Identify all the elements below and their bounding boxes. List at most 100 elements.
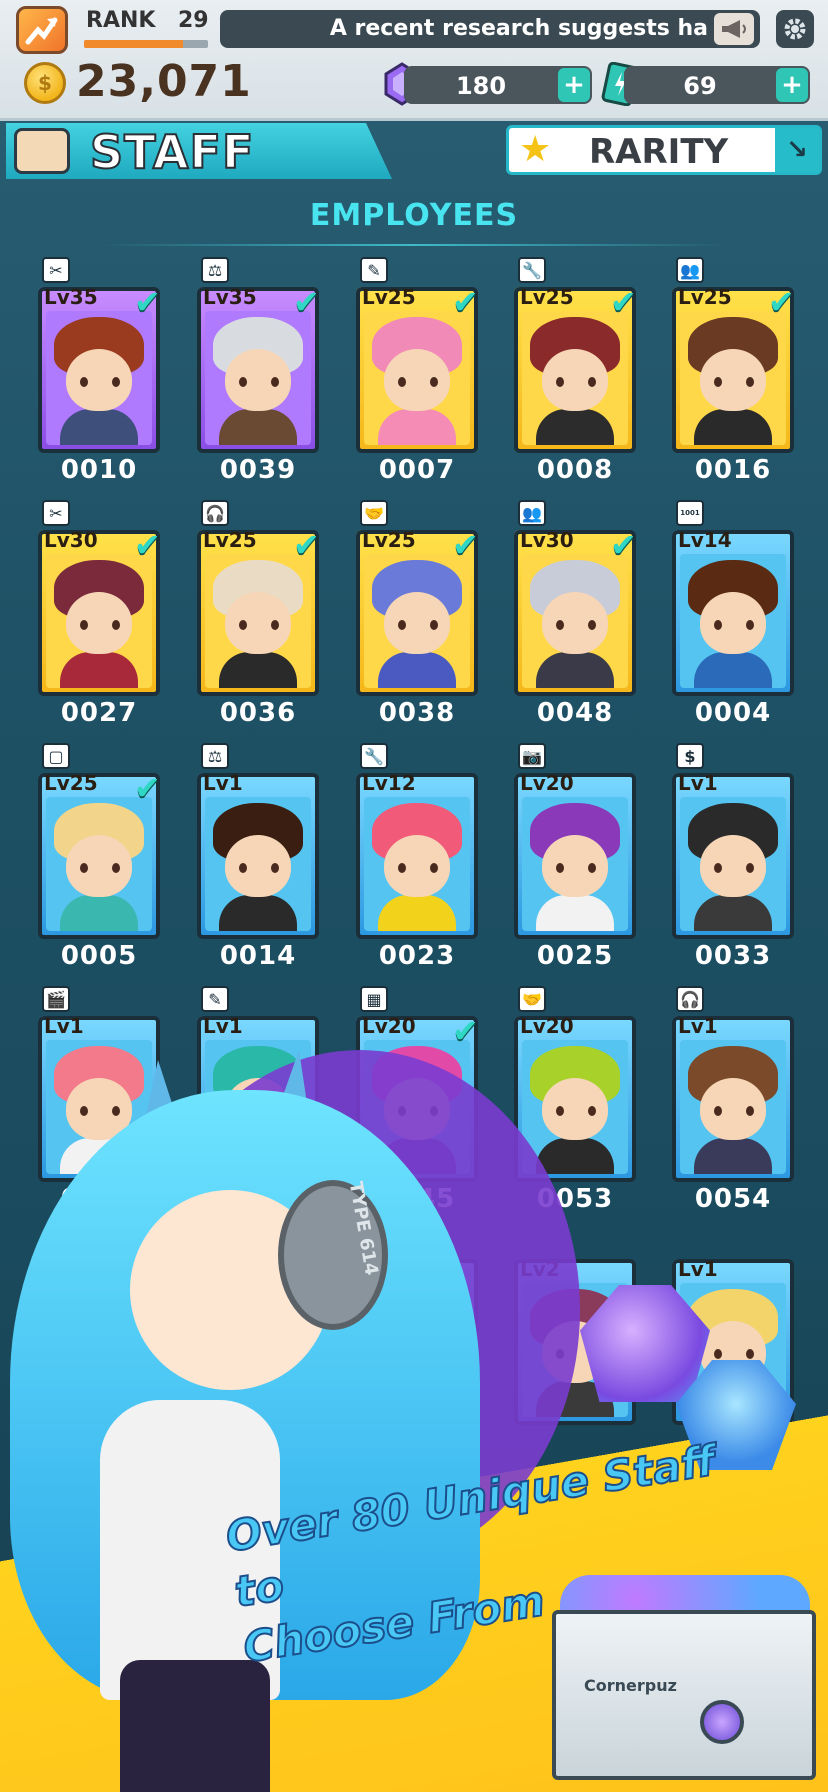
employee-id: 0004	[694, 698, 772, 728]
portrait-eyes	[239, 377, 279, 387]
check-icon: ✔	[134, 769, 161, 807]
role-icon: ✎	[201, 986, 229, 1012]
portrait-eyes	[80, 1106, 120, 1116]
check-icon: ✔	[610, 283, 637, 321]
employee-id: 0033	[694, 941, 772, 971]
employee-portrait	[205, 554, 311, 688]
employee-portrait	[364, 797, 470, 931]
role-icon: ✂	[42, 500, 70, 526]
portrait-eyes	[714, 377, 754, 387]
rank-up-icon[interactable]	[16, 6, 68, 54]
portrait-body	[60, 652, 138, 688]
gem-box	[552, 1610, 816, 1780]
employee-id: 0008	[536, 455, 614, 485]
employee-portrait	[364, 554, 470, 688]
check-icon: ✔	[452, 526, 479, 564]
role-icon: 📷	[518, 743, 546, 769]
level-label: Lv25	[678, 285, 732, 309]
employee-portrait	[680, 1040, 786, 1174]
portrait-body	[378, 895, 456, 931]
portrait-body	[536, 409, 614, 445]
portrait-body	[694, 895, 772, 931]
employee-id: 0039	[219, 455, 297, 485]
employee-id: 0038	[378, 698, 456, 728]
level-label: Lv25	[520, 285, 574, 309]
portrait-eyes	[556, 1106, 596, 1116]
employee-portrait	[680, 797, 786, 931]
section-title: EMPLOYEES	[309, 198, 519, 233]
role-icon: ⚖	[201, 743, 229, 769]
settings-gear-icon[interactable]	[776, 10, 814, 48]
portrait-body	[378, 409, 456, 445]
role-icon: 🤝	[360, 500, 388, 526]
top-bar: RANK 29 A recent research suggests ha $ …	[0, 0, 828, 121]
role-icon: 🎬	[42, 986, 70, 1012]
sort-direction-icon[interactable]: ↘	[775, 128, 819, 172]
rank-progress-fill	[84, 40, 184, 48]
add-tickets-button[interactable]: +	[776, 68, 808, 102]
employee-id: 0025	[536, 941, 614, 971]
check-icon: ✔	[452, 283, 479, 321]
role-icon: ⚖	[201, 257, 229, 283]
portrait-eyes	[556, 377, 596, 387]
portrait-eyes	[398, 377, 438, 387]
employee-id: 0010	[60, 455, 138, 485]
role-icon: 1001	[676, 500, 704, 526]
employee-id: 0007	[378, 455, 456, 485]
level-label: Lv30	[44, 528, 98, 552]
employee-id: 0048	[536, 698, 614, 728]
portrait-body	[694, 409, 772, 445]
mascot-legs	[120, 1660, 270, 1792]
employee-id: 0054	[694, 1184, 772, 1214]
level-label: Lv1	[678, 1014, 718, 1038]
level-label: Lv25	[203, 528, 257, 552]
page-title: STAFF	[89, 124, 255, 180]
role-icon: 👥	[676, 257, 704, 283]
level-label: Lv12	[362, 771, 416, 795]
portrait-body	[378, 652, 456, 688]
rarity-sort-button[interactable]: ★ RARITY ↘	[506, 125, 822, 175]
level-label: Lv35	[203, 285, 257, 309]
check-icon: ✔	[610, 526, 637, 564]
level-label: Lv1	[678, 771, 718, 795]
news-text: A recent research suggests ha	[329, 16, 708, 41]
portrait-body	[536, 1138, 614, 1174]
portrait-eyes	[80, 377, 120, 387]
employee-portrait	[522, 554, 628, 688]
employee-portrait	[522, 311, 628, 445]
portrait-body	[219, 895, 297, 931]
employee-portrait	[205, 311, 311, 445]
portrait-body	[60, 895, 138, 931]
rank-value: 29	[178, 8, 209, 33]
portrait-eyes	[398, 863, 438, 873]
role-icon: 🎧	[201, 500, 229, 526]
role-icon: 🔧	[360, 743, 388, 769]
gem-balance: 180	[455, 72, 507, 100]
role-icon: 👥	[518, 500, 546, 526]
check-icon: ✔	[768, 283, 795, 321]
rank-progress-bar	[84, 40, 208, 48]
employee-portrait	[522, 1040, 628, 1174]
add-gems-button[interactable]: +	[558, 68, 590, 102]
portrait-eyes	[398, 620, 438, 630]
level-label: Lv1	[44, 1014, 84, 1038]
role-icon: ▢	[42, 743, 70, 769]
level-label: Lv25	[44, 771, 98, 795]
level-label: Lv1	[678, 1257, 718, 1281]
level-label: Lv1	[203, 1014, 243, 1038]
employee-portrait	[46, 554, 152, 688]
portrait-body	[694, 1138, 772, 1174]
portrait-eyes	[556, 863, 596, 873]
brand-logo: Cornerpuz	[584, 1676, 677, 1695]
portrait-eyes	[80, 863, 120, 873]
gem-counter: 180 +	[404, 66, 592, 104]
news-ticker[interactable]: A recent research suggests ha	[220, 10, 760, 48]
coin-balance: 23,071	[76, 56, 252, 107]
portrait-body	[536, 652, 614, 688]
portrait-body	[219, 652, 297, 688]
role-icon: 🔧	[518, 257, 546, 283]
portrait-eyes	[80, 620, 120, 630]
portrait-body	[219, 409, 297, 445]
portrait-body	[694, 652, 772, 688]
sort-label: RARITY	[589, 132, 729, 172]
